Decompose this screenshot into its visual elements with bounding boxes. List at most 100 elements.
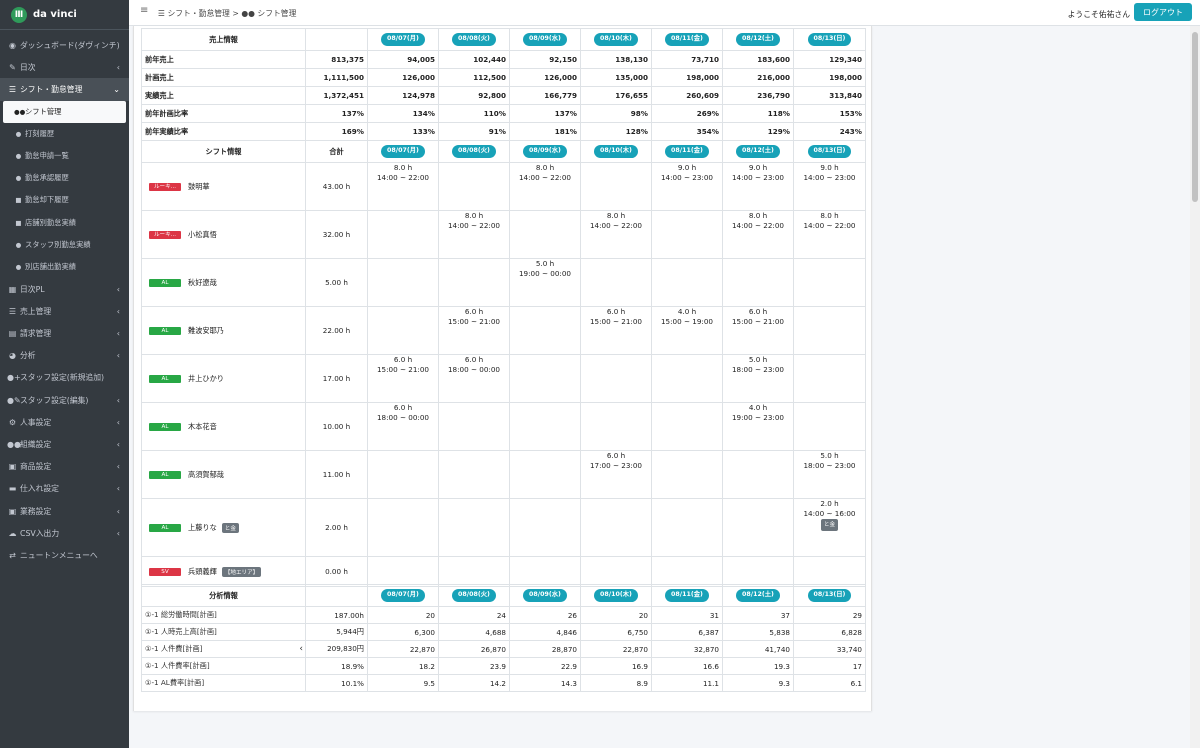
logout-button[interactable]: ログアウト	[1134, 3, 1192, 21]
sidebar-item[interactable]: ● 別店舗出勤実績	[0, 256, 129, 278]
shift-cell[interactable]	[367, 258, 439, 307]
shift-cell[interactable]	[438, 258, 510, 307]
shift-cell[interactable]	[580, 556, 652, 587]
staff-name[interactable]: 秋好遼哉	[188, 278, 217, 287]
shift-cell[interactable]	[367, 306, 439, 355]
shift-cell[interactable]	[651, 258, 723, 307]
shift-cell[interactable]	[509, 556, 581, 587]
shift-cell[interactable]: 6.0 h 15:00 ~ 21:00	[722, 306, 794, 355]
shift-cell[interactable]	[651, 556, 723, 587]
sidebar-item[interactable]: ●✎ スタッフ設定(編集) ‹	[0, 389, 129, 411]
shift-cell[interactable]	[509, 450, 581, 499]
sidebar-item[interactable]: ●● 組織設定 ‹	[0, 433, 129, 455]
sidebar-item[interactable]: ✎ 日次 ‹	[0, 56, 129, 78]
brand-logo[interactable]: Ⅲ da vinci	[0, 0, 129, 30]
shift-cell[interactable]	[651, 354, 723, 403]
scrollbar-thumb[interactable]	[1192, 32, 1198, 202]
shift-cell[interactable]: 2.0 h 14:00 ~ 16:00 と金	[793, 498, 866, 557]
shift-cell[interactable]	[367, 450, 439, 499]
shift-cell[interactable]: 5.0 h 19:00 ~ 00:00	[509, 258, 581, 307]
staff-name[interactable]: 木本花音	[188, 422, 217, 431]
shift-cell[interactable]	[722, 498, 794, 557]
sidebar-item[interactable]: ▬ 仕入れ設定 ‹	[0, 478, 129, 500]
sidebar-item[interactable]: ☰ 売上管理 ‹	[0, 300, 129, 322]
shift-cell[interactable]	[793, 402, 866, 451]
sidebar-item[interactable]: ■ 勤怠却下履歴	[0, 189, 129, 211]
shift-cell[interactable]: 9.0 h 14:00 ~ 23:00	[651, 162, 723, 211]
shift-cell[interactable]	[509, 210, 581, 259]
shift-cell[interactable]: 8.0 h 14:00 ~ 22:00	[793, 210, 866, 259]
sidebar-item[interactable]: ▤ 請求管理 ‹	[0, 322, 129, 344]
sidebar-item[interactable]: ▦ 日次PL ‹	[0, 278, 129, 300]
shift-cell[interactable]	[438, 450, 510, 499]
sidebar-item[interactable]: ▣ 商品設定 ‹	[0, 456, 129, 478]
staff-name[interactable]: 小松真悟	[188, 230, 217, 239]
shift-cell[interactable]: 6.0 h 18:00 ~ 00:00	[438, 354, 510, 403]
shift-cell[interactable]: 8.0 h 14:00 ~ 22:00	[722, 210, 794, 259]
shift-cell[interactable]: 8.0 h 14:00 ~ 22:00	[509, 162, 581, 211]
shift-cell[interactable]	[722, 556, 794, 587]
shift-cell[interactable]	[438, 162, 510, 211]
shift-cell[interactable]: 8.0 h 14:00 ~ 22:00	[580, 210, 652, 259]
shift-cell[interactable]: 9.0 h 14:00 ~ 23:00	[793, 162, 866, 211]
date-pill[interactable]: 08/08(火)	[452, 33, 496, 46]
staff-name[interactable]: 井上ひかり	[188, 374, 224, 383]
date-pill[interactable]: 08/08(火)	[452, 589, 496, 602]
date-pill[interactable]: 08/12(土)	[736, 145, 780, 158]
shift-cell[interactable]	[793, 258, 866, 307]
sidebar-item[interactable]: ⚙ 人事設定 ‹	[0, 411, 129, 433]
shift-cell[interactable]: 5.0 h 18:00 ~ 23:00	[722, 354, 794, 403]
shift-cell[interactable]	[722, 258, 794, 307]
date-pill[interactable]: 08/11(金)	[665, 145, 709, 158]
sidebar-item[interactable]: ▣ 業務設定 ‹	[0, 500, 129, 522]
date-pill[interactable]: 08/07(月)	[381, 589, 425, 602]
date-pill[interactable]: 08/09(水)	[523, 145, 567, 158]
shift-cell[interactable]: 8.0 h 14:00 ~ 22:00	[367, 162, 439, 211]
shift-cell[interactable]	[509, 354, 581, 403]
staff-name[interactable]: 難波安耶乃	[188, 326, 224, 335]
sidebar-item[interactable]: ■ 店舗別勤怠実績	[0, 212, 129, 234]
shift-cell[interactable]: 6.0 h 18:00 ~ 00:00	[367, 402, 439, 451]
staff-name[interactable]: 高須賀郁哉	[188, 470, 224, 479]
shift-cell[interactable]	[722, 450, 794, 499]
staff-name[interactable]: 上藤りな	[188, 523, 217, 532]
date-pill[interactable]: 08/10(木)	[594, 33, 638, 46]
shift-cell[interactable]	[793, 556, 866, 587]
shift-cell[interactable]	[651, 210, 723, 259]
page-scrollbar[interactable]	[1190, 26, 1200, 748]
shift-cell[interactable]: 6.0 h 15:00 ~ 21:00	[580, 306, 652, 355]
date-pill[interactable]: 08/12(土)	[736, 33, 780, 46]
shift-cell[interactable]	[580, 498, 652, 557]
sidebar-item[interactable]: ☁ CSV入出力 ‹	[0, 522, 129, 544]
shift-cell[interactable]	[438, 402, 510, 451]
date-pill[interactable]: 08/13(日)	[807, 145, 852, 158]
date-pill[interactable]: 08/13(日)	[807, 33, 852, 46]
date-pill[interactable]: 08/12(土)	[736, 589, 780, 602]
shift-cell[interactable]	[651, 402, 723, 451]
date-pill[interactable]: 08/08(火)	[452, 145, 496, 158]
sidebar-item[interactable]: ⇄ ニュートンメニューへ	[0, 544, 129, 566]
date-pill[interactable]: 08/11(金)	[665, 33, 709, 46]
shift-cell[interactable]: 4.0 h 19:00 ~ 23:00	[722, 402, 794, 451]
shift-cell[interactable]: 6.0 h 17:00 ~ 23:00	[580, 450, 652, 499]
shift-cell[interactable]	[509, 498, 581, 557]
shift-cell[interactable]: 6.0 h 15:00 ~ 21:00	[438, 306, 510, 355]
date-pill[interactable]: 08/09(水)	[523, 589, 567, 602]
sidebar-item[interactable]: ●+ スタッフ設定(新規追加)	[0, 367, 129, 389]
date-pill[interactable]: 08/09(水)	[523, 33, 567, 46]
sidebar-item[interactable]: ☰ シフト・勤怠管理 ⌄	[0, 78, 129, 101]
shift-cell[interactable]: 6.0 h 15:00 ~ 21:00	[367, 354, 439, 403]
shift-cell[interactable]	[367, 498, 439, 557]
sidebar-item[interactable]: ◕ 分析 ‹	[0, 345, 129, 367]
sidebar-item[interactable]: ◉ ダッシュボード(ダヴィンチ)	[0, 34, 129, 56]
date-pill[interactable]: 08/13(日)	[807, 589, 852, 602]
sidebar-item[interactable]: ● 打刻履歴	[0, 123, 129, 145]
shift-cell[interactable]	[793, 354, 866, 403]
shift-cell[interactable]	[651, 498, 723, 557]
shift-cell[interactable]: 9.0 h 14:00 ~ 23:00	[722, 162, 794, 211]
date-pill[interactable]: 08/11(金)	[665, 589, 709, 602]
staff-name[interactable]: 鼓明華	[188, 182, 210, 191]
shift-cell[interactable]	[438, 556, 510, 587]
sidebar-item[interactable]: ●● シフト管理	[3, 100, 126, 123]
shift-cell[interactable]	[438, 498, 510, 557]
